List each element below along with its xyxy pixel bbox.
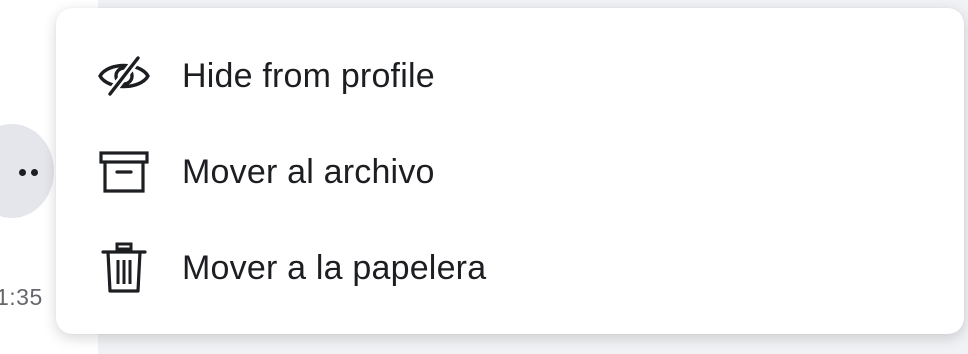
trash-icon xyxy=(96,240,152,296)
menu-item-label: Mover al archivo xyxy=(182,152,435,191)
menu-item-label: Mover a la papelera xyxy=(182,248,487,287)
menu-item-move-to-trash[interactable]: Mover a la papelera xyxy=(56,220,964,316)
eye-slash-icon xyxy=(96,48,152,104)
archive-box-icon xyxy=(96,144,152,200)
menu-item-move-to-archive[interactable]: Mover al archivo xyxy=(56,124,964,220)
more-dots-icon xyxy=(19,168,38,176)
post-timestamp: 1:35 xyxy=(0,284,43,310)
menu-item-hide-from-profile[interactable]: Hide from profile xyxy=(56,28,964,124)
menu-item-label: Hide from profile xyxy=(182,56,435,95)
more-options-button[interactable] xyxy=(0,124,54,218)
post-options-menu: Hide from profile Mover al archivo Mover… xyxy=(56,8,964,334)
